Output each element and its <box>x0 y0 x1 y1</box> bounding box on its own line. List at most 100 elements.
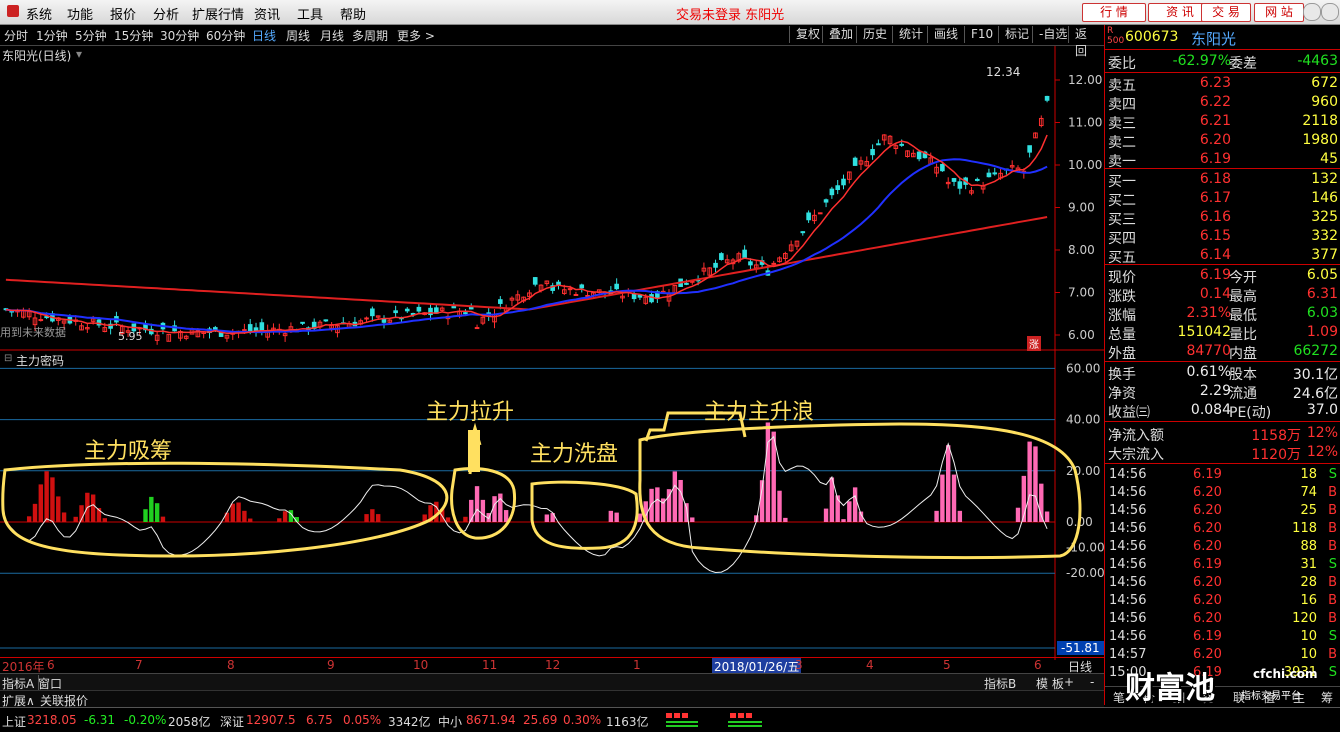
sell-level-2[interactable]: 卖二 6.20 1980 <box>1105 131 1340 151</box>
period-weekly[interactable]: 周线 <box>286 27 310 44</box>
period-1min[interactable]: 1分钟 <box>36 27 68 44</box>
buy-level-1[interactable]: 买一 6.18 132 <box>1105 170 1340 190</box>
trade-tick-row[interactable]: 14:56 6.20 88 B <box>1105 538 1340 556</box>
indicator-bar <box>445 517 451 522</box>
buy-level-2[interactable]: 买二 6.17 146 <box>1105 189 1340 209</box>
menu-function[interactable]: 功能 <box>67 4 93 23</box>
website-button[interactable]: 网 站 <box>1254 3 1304 22</box>
history-button[interactable]: 历史 <box>856 26 893 43</box>
flow-row[interactable]: 大宗流入 1120万 12% <box>1105 443 1340 463</box>
close-icon[interactable] <box>1321 3 1339 21</box>
trade-tick-row[interactable]: 14:56 6.20 118 B <box>1105 520 1340 538</box>
draw-button[interactable]: 画线 <box>927 26 964 43</box>
sell-level-1[interactable]: 卖一 6.19 45 <box>1105 150 1340 170</box>
buy-level-3[interactable]: 买三 6.16 325 <box>1105 208 1340 228</box>
buy-level-5[interactable]: 买五 6.14 377 <box>1105 246 1340 266</box>
stat-row-cell: 今开 <box>1229 270 1257 286</box>
stat-row[interactable]: 涨幅 2.31% 最低 6.03 <box>1105 304 1340 324</box>
tick-t: 14:56 <box>1109 611 1147 626</box>
tick-v: 31 <box>1300 557 1317 572</box>
trade-tick-row[interactable]: 14:56 6.20 28 B <box>1105 574 1340 592</box>
tick-v: 28 <box>1300 575 1317 590</box>
chart-title-dropdown-icon[interactable]: ▾ <box>76 47 82 61</box>
sz-index-pct: 0.05% <box>343 713 382 727</box>
sh-index-amount: 2058亿 <box>168 715 211 729</box>
period-multi[interactable]: 多周期 <box>352 27 388 44</box>
buy-level-4-cell: 买四 <box>1108 231 1136 247</box>
trade-tick-row[interactable]: 14:56 6.19 18 S <box>1105 466 1340 484</box>
trade-button[interactable]: 交 易 <box>1201 3 1251 22</box>
indicator-bar <box>934 510 939 522</box>
tick-s: B <box>1328 503 1337 518</box>
zx-index-label[interactable]: 中小 <box>438 713 462 730</box>
quote-button[interactable]: 行 情 <box>1082 3 1146 22</box>
candle-body <box>579 284 585 289</box>
stat-row[interactable]: 涨跌 0.14 最高 6.31 <box>1105 285 1340 305</box>
sell-level-3[interactable]: 卖三 6.21 2118 <box>1105 112 1340 132</box>
x-label: 1 <box>633 658 641 672</box>
period-more[interactable]: 更多 > <box>397 27 435 44</box>
stat2-row[interactable]: 净资 2.29 流通 24.6亿 <box>1105 382 1340 402</box>
sz-index-label[interactable]: 深证 <box>220 713 244 730</box>
menu-system[interactable]: 系统 <box>26 4 52 23</box>
sell-level-4[interactable]: 卖四 6.22 960 <box>1105 93 1340 113</box>
indicator-tick-label: -20.00 <box>1066 566 1104 580</box>
trade-tick-row[interactable]: 14:57 6.20 10 B <box>1105 646 1340 664</box>
tick-s: B <box>1328 521 1337 536</box>
stat2-row-cell: 换手 <box>1108 367 1136 383</box>
period-30min[interactable]: 30分钟 <box>160 27 199 44</box>
stat-row[interactable]: 现价 6.19 今开 6.05 <box>1105 266 1340 286</box>
menu-tools[interactable]: 工具 <box>297 4 323 23</box>
stat2-row-cell: 股本 <box>1229 367 1257 383</box>
trade-tick-row[interactable]: 14:56 6.19 10 S <box>1105 628 1340 646</box>
flow-row[interactable]: 净流入额 1158万 12% <box>1105 424 1340 444</box>
trade-tick-row[interactable]: 14:56 6.20 74 B <box>1105 484 1340 502</box>
minimize-icon[interactable] <box>1303 3 1321 21</box>
stat-row-cell: 量比 <box>1229 327 1257 343</box>
back-button[interactable]: 返回 <box>1068 26 1104 58</box>
trade-tick-row[interactable]: 14:56 6.20 16 B <box>1105 592 1340 610</box>
period-monthly[interactable]: 月线 <box>320 27 344 44</box>
stat2-row[interactable]: 收益㈢ 0.084 PE(动) 37.0 <box>1105 401 1340 421</box>
candle-body <box>532 277 538 285</box>
mark-button[interactable]: 标记 <box>998 26 1035 43</box>
chart-area[interactable]: 12.00 11.00 10.00 9.00 8.00 7.00 6.00 60.00 40.… <box>0 46 1104 671</box>
stat-row[interactable]: 总量 151042 量比 1.09 <box>1105 323 1340 343</box>
sell-level-5[interactable]: 卖五 6.23 672 <box>1105 74 1340 94</box>
detail-tab[interactable]: 筹 <box>1321 689 1333 706</box>
tick-s: B <box>1328 593 1337 608</box>
trade-tick-row[interactable]: 14:56 6.20 120 B <box>1105 610 1340 628</box>
stats-button[interactable]: 统计 <box>892 26 929 43</box>
remove-pane-button[interactable]: - <box>1090 675 1094 689</box>
period-60min[interactable]: 60分钟 <box>206 27 245 44</box>
period-5min[interactable]: 5分钟 <box>75 27 107 44</box>
buy-level-4[interactable]: 买四 6.15 332 <box>1105 227 1340 247</box>
menu-analysis[interactable]: 分析 <box>153 4 179 23</box>
overlay-button[interactable]: 叠加 <box>822 26 859 43</box>
indicator-bar <box>608 510 614 522</box>
stat2-row[interactable]: 换手 0.61% 股本 30.1亿 <box>1105 363 1340 383</box>
trade-tick-row[interactable]: 14:56 6.19 31 S <box>1105 556 1340 574</box>
period-15min[interactable]: 15分钟 <box>114 27 153 44</box>
trade-tick-row[interactable]: 14:56 6.20 25 B <box>1105 502 1340 520</box>
indicator-toggle-icon[interactable]: ⊟ <box>4 353 12 364</box>
menu-extended[interactable]: 扩展行情 <box>192 4 244 23</box>
menu-help[interactable]: 帮助 <box>340 4 366 23</box>
tick-t: 14:56 <box>1109 575 1147 590</box>
period-tick[interactable]: 分时 <box>4 27 28 44</box>
indicator-tabs: 指标A 窗口 指标B 模 板 + - <box>0 673 1104 692</box>
x-label: 9 <box>327 658 335 672</box>
period-daily[interactable]: 日线 <box>252 27 276 44</box>
buy-level-1-cell: 6.18 <box>1199 171 1231 187</box>
menu-quote[interactable]: 报价 <box>110 4 136 23</box>
indicator-bar <box>463 516 468 522</box>
f10-button[interactable]: F10 <box>964 26 999 43</box>
stat-row[interactable]: 外盘 84770 内盘 66272 <box>1105 342 1340 362</box>
menu-news[interactable]: 资讯 <box>254 4 280 23</box>
candle-body <box>370 308 375 317</box>
add-pane-button[interactable]: + <box>1064 675 1074 689</box>
sh-index-label[interactable]: 上证 <box>2 713 26 730</box>
detail-tab[interactable]: 笔 <box>1113 689 1125 706</box>
price-axis: 12.00 11.00 10.00 9.00 8.00 7.00 6.00 <box>1055 73 1102 342</box>
adjust-button[interactable]: 复权 <box>789 26 826 43</box>
